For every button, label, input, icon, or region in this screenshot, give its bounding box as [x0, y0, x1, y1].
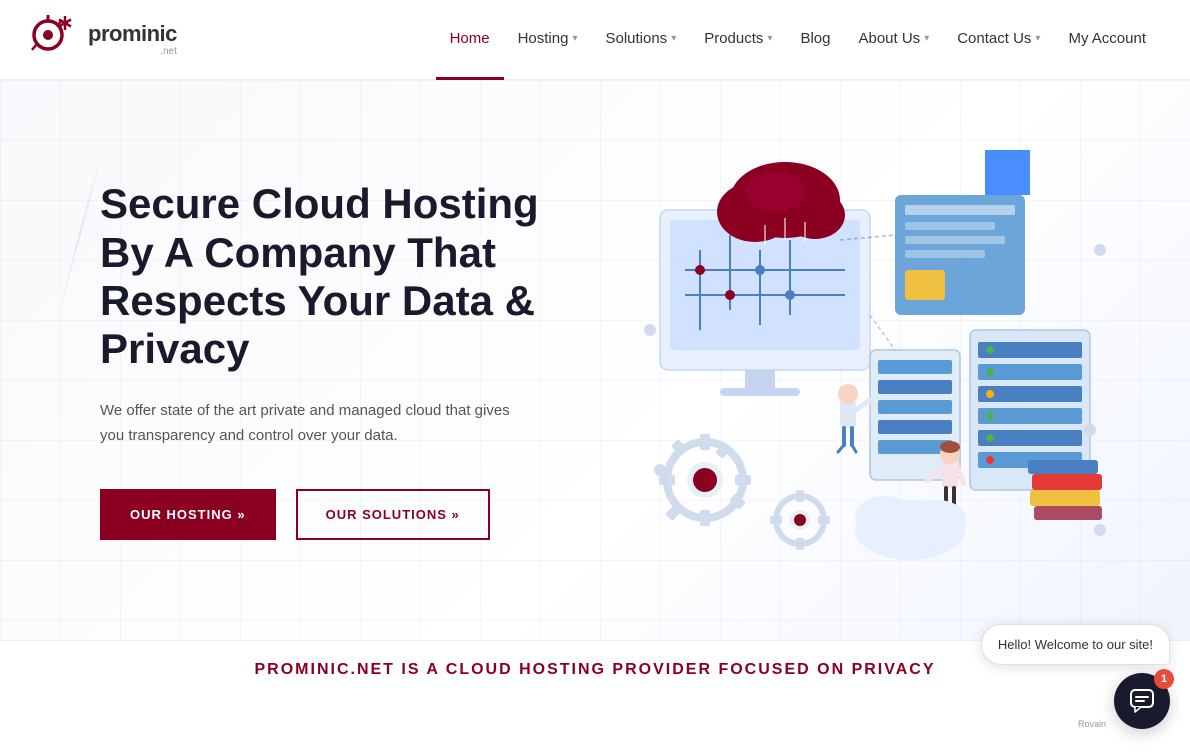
nav-item-about-us[interactable]: About Us ▾: [844, 0, 943, 80]
deco-line: [57, 143, 106, 317]
nav-item-my-account[interactable]: My Account: [1054, 0, 1160, 80]
hero-subtitle: We offer state of the art private and ma…: [100, 398, 520, 449]
main-nav: Home Hosting ▾ Solutions ▾ Products ▾ Bl…: [436, 0, 1160, 80]
nav-item-home[interactable]: Home: [436, 0, 504, 80]
logo-name: prominic: [88, 23, 177, 45]
hero-illustration: [600, 150, 1120, 570]
bottom-banner-text: PROMINIC.NET IS A CLOUD HOSTING PROVIDER…: [80, 661, 1110, 679]
hero-section: Secure Cloud Hosting By A Company That R…: [0, 80, 1190, 640]
our-solutions-button[interactable]: OUR SOLUTIONS »: [296, 489, 490, 540]
chevron-down-icon: ▾: [1035, 33, 1040, 44]
chat-brand: Rovain: [1078, 719, 1106, 729]
nav-item-contact-us[interactable]: Contact Us ▾: [943, 0, 1054, 80]
hero-title: Secure Cloud Hosting By A Company That R…: [100, 180, 600, 373]
chevron-down-icon: ▾: [671, 33, 676, 44]
chat-badge: 1: [1154, 669, 1174, 689]
chat-bubble: Hello! Welcome to our site!: [981, 624, 1170, 665]
chat-button[interactable]: 1: [1114, 673, 1170, 729]
hero-buttons: OUR HOSTING » OUR SOLUTIONS »: [100, 489, 600, 540]
nav-item-blog[interactable]: Blog: [786, 0, 844, 80]
chevron-down-icon: ▾: [572, 33, 577, 44]
chat-icon: [1129, 688, 1155, 714]
chevron-down-icon: ▾: [924, 33, 929, 44]
chat-widget: Hello! Welcome to our site! Rovain 1: [981, 624, 1170, 729]
our-hosting-button[interactable]: OUR HOSTING »: [100, 489, 276, 540]
nav-item-products[interactable]: Products ▾: [690, 0, 786, 80]
chevron-down-icon: ▾: [767, 33, 772, 44]
hero-text-area: Secure Cloud Hosting By A Company That R…: [100, 180, 600, 539]
header: prominic .net Home Hosting ▾ Solutions ▾…: [0, 0, 1190, 80]
logo-net: .net: [88, 47, 177, 57]
hero-svg: [600, 150, 1120, 570]
logo-icon: [30, 15, 80, 65]
nav-item-solutions[interactable]: Solutions ▾: [591, 0, 690, 80]
nav-item-hosting[interactable]: Hosting ▾: [504, 0, 592, 80]
logo-text: prominic .net: [88, 23, 177, 57]
logo[interactable]: prominic .net: [30, 15, 190, 65]
